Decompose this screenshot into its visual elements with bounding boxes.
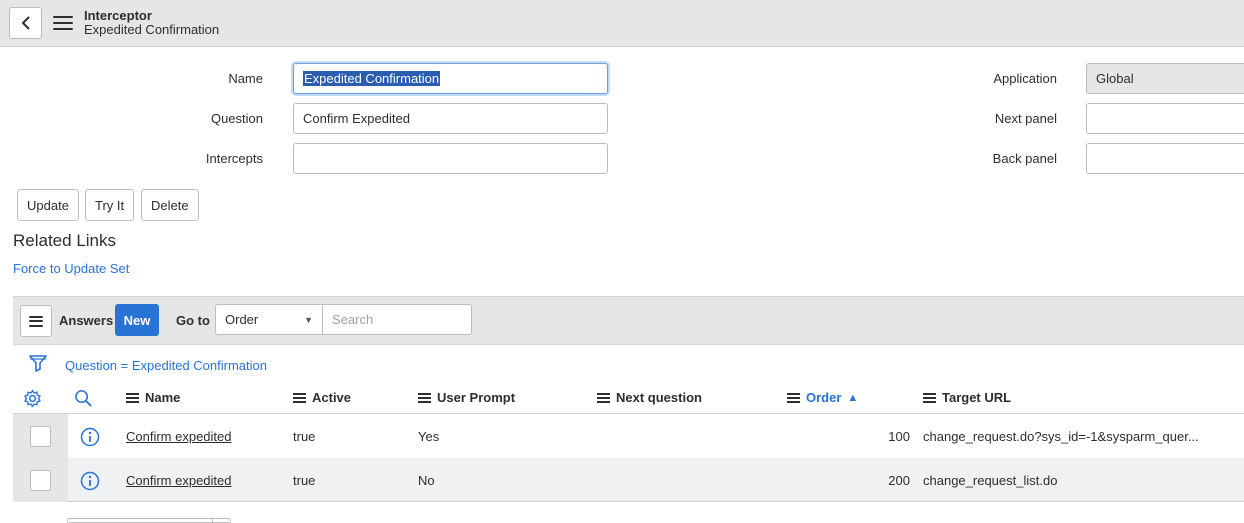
intercepts-label: Intercepts [205, 151, 263, 166]
cell-user-prompt: No [418, 473, 435, 488]
column-header-target-url[interactable]: Target URL [923, 390, 1011, 405]
answer-name-link[interactable]: Confirm expedited [126, 429, 232, 444]
list-context-menu-button[interactable] [20, 305, 52, 337]
update-button[interactable]: Update [17, 189, 79, 221]
list-search-input[interactable] [322, 304, 472, 335]
hamburger-menu-icon[interactable] [53, 16, 73, 30]
back-panel-label: Back panel [992, 151, 1057, 166]
cell-active: true [293, 473, 316, 488]
related-links-heading: Related Links [13, 231, 117, 250]
column-header-active[interactable]: Active [293, 390, 351, 405]
search-icon[interactable] [74, 389, 93, 408]
info-icon[interactable] [80, 427, 100, 447]
filter-funnel-icon[interactable] [28, 353, 48, 373]
column-header-user-prompt[interactable]: User Prompt [418, 390, 515, 405]
back-panel-field[interactable] [1086, 143, 1244, 174]
force-to-update-set-link[interactable]: Force to Update Set [13, 261, 129, 276]
filter-breadcrumb[interactable]: Question = Expedited Confirmation [65, 358, 267, 373]
column-header-name[interactable]: Name [126, 390, 180, 405]
sort-ascending-icon: ▲ [847, 391, 859, 404]
cell-target-url: change_request_list.do [923, 473, 1058, 488]
intercepts-field[interactable] [293, 143, 608, 174]
application-value: Global [1096, 71, 1134, 86]
delete-button[interactable]: Delete [141, 189, 199, 221]
name-field[interactable]: Expedited Confirmation [293, 63, 608, 94]
try-it-button[interactable]: Try It [85, 189, 135, 221]
row-checkbox[interactable] [30, 469, 51, 491]
form-title: Interceptor [84, 8, 152, 23]
question-label: Question [210, 111, 263, 126]
row-select-cell [13, 414, 68, 458]
row-checkbox[interactable] [30, 425, 51, 447]
question-field[interactable] [293, 103, 608, 134]
next-panel-field[interactable] [1086, 103, 1244, 134]
answer-name-link[interactable]: Confirm expedited [126, 473, 232, 488]
cell-target-url: change_request.do?sys_id=-1&sysparm_quer… [923, 429, 1199, 444]
goto-field-select[interactable]: Order ▼ [215, 304, 323, 335]
next-panel-label: Next panel [994, 111, 1057, 126]
gear-icon[interactable] [23, 389, 42, 408]
row-select-cell [13, 458, 68, 502]
caret-down-icon: ▼ [304, 314, 313, 325]
column-header-next-question[interactable]: Next question [597, 390, 702, 405]
back-button[interactable] [9, 7, 42, 39]
goto-label: Go to [176, 313, 210, 328]
cell-order: 100 [888, 429, 910, 444]
application-field: Global [1086, 63, 1244, 94]
list-title: Answers [59, 313, 114, 328]
name-label: Name [228, 71, 263, 86]
hamburger-menu-icon [29, 315, 43, 327]
cell-active: true [293, 429, 316, 444]
pagination-select[interactable] [67, 518, 231, 523]
goto-selected-value: Order [225, 312, 259, 327]
name-field-value: Expedited Confirmation [303, 71, 441, 86]
cell-order: 200 [888, 473, 910, 488]
cell-user-prompt: Yes [418, 429, 440, 444]
column-header-order[interactable]: Order ▲ [787, 390, 858, 405]
form-subtitle: Expedited Confirmation [84, 22, 220, 37]
application-label: Application [993, 71, 1057, 86]
new-button[interactable]: New [115, 304, 159, 336]
chevron-left-icon [21, 16, 30, 30]
info-icon[interactable] [80, 471, 100, 491]
